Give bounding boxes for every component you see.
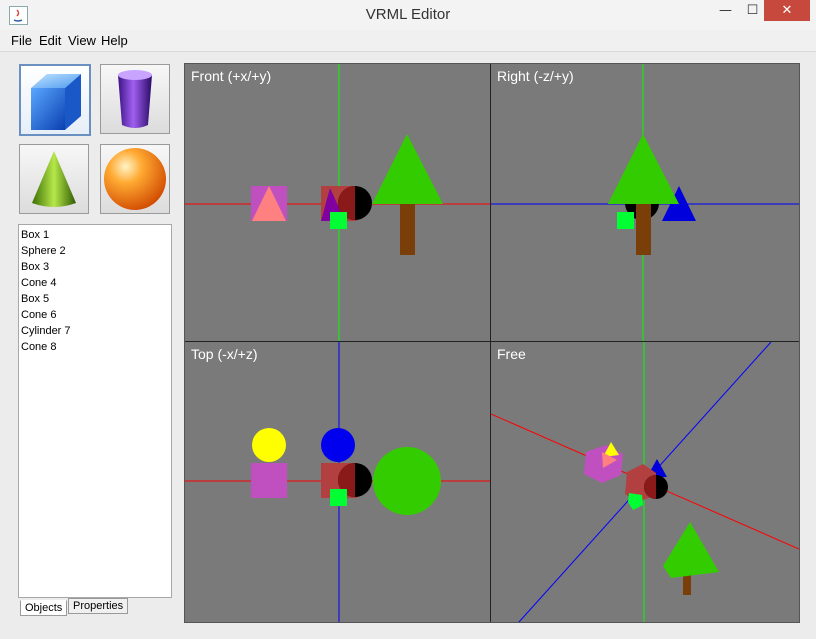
cylinder-shape xyxy=(636,204,651,255)
cone-shape xyxy=(663,522,719,578)
window-title: VRML Editor xyxy=(365,6,451,23)
add-cylinder-button[interactable] xyxy=(100,64,170,134)
viewports: Front (+x/+y) Right (-z/+y) Top (-x/+z) … xyxy=(184,63,800,623)
add-box-button[interactable] xyxy=(19,64,91,136)
left-panel: Box 1 Sphere 2 Box 3 Cone 4 Box 5 Cone 6… xyxy=(18,62,173,622)
horizontal-splitter[interactable] xyxy=(185,341,799,342)
menu-view[interactable]: View xyxy=(68,33,96,48)
box-shape xyxy=(330,489,347,506)
box-shape xyxy=(330,212,347,229)
top-viewport[interactable]: Top (-x/+z) xyxy=(185,342,490,622)
list-item[interactable]: Box 3 xyxy=(19,259,171,275)
front-viewport[interactable]: Front (+x/+y) xyxy=(185,64,490,341)
vertical-splitter[interactable] xyxy=(490,64,491,622)
sphere-icon xyxy=(104,148,166,210)
tab-properties[interactable]: Properties xyxy=(68,598,129,614)
app-window: VRML Editor — ☐ ✕ File Edit View Help Bo… xyxy=(0,0,816,639)
list-item[interactable]: Cone 8 xyxy=(19,339,171,355)
list-item[interactable]: Sphere 2 xyxy=(19,243,171,259)
cube-icon xyxy=(31,74,81,130)
right-viewport[interactable]: Right (-z/+y) xyxy=(491,64,799,341)
list-item[interactable]: Box 5 xyxy=(19,291,171,307)
list-item[interactable]: Cone 4 xyxy=(19,275,171,291)
cone-shape xyxy=(608,134,679,204)
close-button[interactable]: ✕ xyxy=(764,0,810,21)
cone-shape xyxy=(321,428,355,462)
maximize-button[interactable]: ☐ xyxy=(739,0,766,21)
cylinder-icon xyxy=(118,70,152,128)
title-bar: VRML Editor — ☐ ✕ xyxy=(0,0,816,30)
objects-list[interactable]: Box 1 Sphere 2 Box 3 Cone 4 Box 5 Cone 6… xyxy=(18,224,172,598)
front-view-label: Front (+x/+y) xyxy=(191,68,272,84)
box-shape xyxy=(628,493,643,510)
cone-icon xyxy=(32,151,76,207)
free-view-label: Free xyxy=(497,346,526,362)
free-viewport[interactable]: Free xyxy=(491,342,799,622)
right-view-label: Right (-z/+y) xyxy=(497,68,574,84)
tab-objects[interactable]: Objects xyxy=(20,600,68,616)
minimize-button[interactable]: — xyxy=(712,0,739,21)
add-cone-button[interactable] xyxy=(19,144,89,214)
add-sphere-button[interactable] xyxy=(100,144,170,214)
list-item[interactable]: Cone 6 xyxy=(19,307,171,323)
list-item[interactable]: Box 1 xyxy=(19,227,171,243)
panel-tabs: Objects Properties xyxy=(18,598,173,620)
top-view-label: Top (-x/+z) xyxy=(191,346,258,362)
box-shape xyxy=(251,463,287,498)
cone-shape xyxy=(252,428,286,462)
box-shape xyxy=(617,212,634,229)
menu-edit[interactable]: Edit xyxy=(39,33,61,48)
cone-shape xyxy=(373,447,441,515)
menu-bar: File Edit View Help xyxy=(0,30,816,52)
menu-help[interactable]: Help xyxy=(101,33,128,48)
cylinder-shape xyxy=(400,204,415,255)
menu-file[interactable]: File xyxy=(11,33,32,48)
cone-shape xyxy=(372,134,443,204)
list-item[interactable]: Cylinder 7 xyxy=(19,323,171,339)
